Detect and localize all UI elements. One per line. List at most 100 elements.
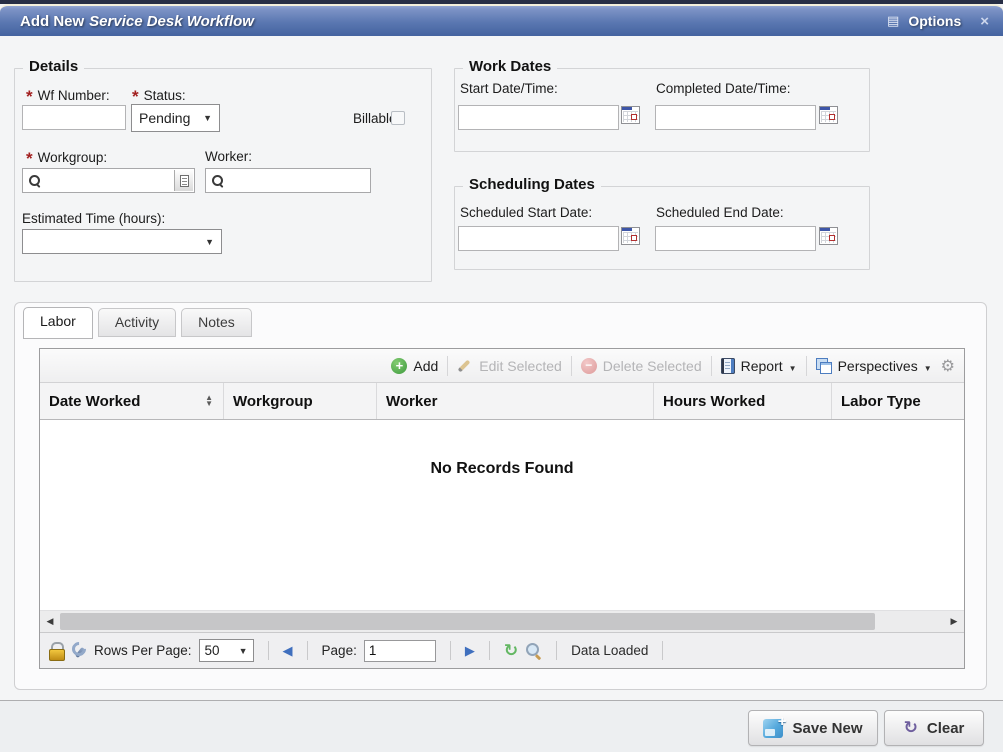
title-entity: Service Desk Workflow (89, 13, 254, 30)
workgroup-search-field[interactable] (22, 168, 195, 193)
report-button[interactable]: Report (721, 358, 797, 374)
scheduled-start-calendar-icon[interactable] (621, 227, 640, 245)
calendar-marker (829, 114, 835, 120)
rows-per-page-select[interactable]: 50 (199, 639, 254, 662)
search-icon (28, 174, 42, 188)
tab-labor[interactable]: Labor (23, 307, 93, 339)
calendar-marker (829, 235, 835, 241)
worker-search-field[interactable] (205, 168, 371, 193)
required-icon: * (26, 149, 33, 168)
search-icon[interactable] (525, 642, 542, 659)
clear-icon (904, 718, 918, 738)
tab-strip: Labor Activity Notes (23, 307, 252, 337)
pager-divider (662, 641, 663, 660)
estimated-time-label: Estimated Time (hours): (22, 211, 165, 226)
clear-button[interactable]: Clear (884, 710, 984, 746)
next-page-button[interactable] (465, 643, 475, 659)
perspectives-button[interactable]: Perspectives (816, 358, 932, 374)
column-header-labor-type[interactable]: Labor Type (832, 383, 964, 419)
page-label: Page: (322, 643, 357, 658)
status-value: Pending (139, 110, 190, 126)
column-header-worker[interactable]: Worker (377, 383, 654, 419)
wrench-icon[interactable] (71, 642, 87, 659)
start-datetime-input[interactable] (458, 105, 619, 130)
close-button[interactable]: × (980, 13, 989, 30)
add-icon (391, 358, 407, 374)
tab-panel: Labor Activity Notes Add Edit Selected (14, 302, 987, 690)
save-new-button[interactable]: Save New (748, 710, 878, 746)
scheduled-end-label: Scheduled End Date: (656, 205, 784, 220)
data-loaded-status: Data Loaded (571, 643, 648, 658)
details-legend: Details (23, 58, 84, 75)
scrollbar-thumb[interactable] (60, 613, 875, 630)
edit-selected-button[interactable]: Edit Selected (457, 358, 562, 374)
start-datetime-label: Start Date/Time: (460, 81, 558, 96)
toolbar-divider (806, 356, 807, 376)
save-icon (763, 719, 783, 738)
completed-datetime-calendar-icon[interactable] (819, 106, 838, 124)
calendar-marker (631, 114, 637, 120)
wf-number-label: *Wf Number: (26, 87, 110, 107)
title-prefix: Add New (20, 13, 84, 30)
start-datetime-calendar-icon[interactable] (621, 106, 640, 124)
estimated-time-select[interactable] (22, 229, 222, 254)
required-icon: * (26, 87, 33, 106)
tab-notes[interactable]: Notes (181, 308, 252, 337)
pager-divider (450, 641, 451, 660)
worker-label: Worker: (205, 149, 252, 164)
scheduled-end-input[interactable] (655, 226, 816, 251)
workgroup-picker-button[interactable] (174, 170, 193, 191)
pencil-icon (457, 358, 473, 373)
horizontal-scrollbar[interactable] (40, 610, 964, 632)
add-button[interactable]: Add (391, 358, 438, 374)
delete-icon (581, 358, 597, 374)
lookup-list-icon (180, 175, 189, 187)
grid-pager: Rows Per Page: 50 Page: Data Loaded (40, 632, 964, 668)
calendar-marker (631, 235, 637, 241)
column-header-hours-worked[interactable]: Hours Worked (654, 383, 832, 419)
column-header-workgroup[interactable]: Workgroup (224, 383, 377, 419)
page-input[interactable] (364, 640, 436, 662)
grid-settings-gear-icon[interactable] (941, 356, 955, 376)
rows-per-page-label: Rows Per Page: (94, 643, 192, 658)
scheduling-dates-legend: Scheduling Dates (463, 176, 601, 193)
toolbar-divider (711, 356, 712, 376)
toolbar-divider (447, 356, 448, 376)
options-icon (887, 13, 899, 29)
scheduled-start-label: Scheduled Start Date: (460, 205, 592, 220)
grid-header-row: Date Worked Workgroup Worker Hours Worke… (40, 383, 964, 420)
wf-number-input[interactable] (22, 105, 126, 130)
scheduled-end-calendar-icon[interactable] (819, 227, 838, 245)
scheduled-start-input[interactable] (458, 226, 619, 251)
sort-icon (205, 395, 213, 407)
completed-datetime-label: Completed Date/Time: (656, 81, 791, 96)
grid-toolbar: Add Edit Selected Delete Selected Report (40, 349, 964, 383)
lock-icon[interactable] (49, 642, 64, 659)
scroll-left-button[interactable] (40, 611, 60, 632)
delete-selected-button[interactable]: Delete Selected (581, 358, 702, 374)
perspectives-icon (816, 358, 832, 374)
work-dates-legend: Work Dates (463, 58, 557, 75)
toolbar-divider (571, 356, 572, 376)
grid-empty-message: No Records Found (430, 460, 573, 478)
titlebar-actions: Options × (887, 13, 1003, 30)
scroll-right-button[interactable] (944, 611, 964, 632)
billable-checkbox[interactable] (391, 111, 405, 125)
chevron-down-icon (789, 358, 797, 374)
options-button[interactable]: Options (908, 13, 961, 29)
dialog-title: Add New Service Desk Workflow (0, 13, 254, 30)
status-select[interactable]: Pending (131, 104, 220, 132)
refresh-icon[interactable] (504, 641, 518, 661)
pager-divider (307, 641, 308, 660)
tab-activity[interactable]: Activity (98, 308, 176, 337)
pager-divider (489, 641, 490, 660)
search-icon (211, 174, 225, 188)
workgroup-label: *Workgroup: (26, 149, 107, 169)
column-header-date-worked[interactable]: Date Worked (40, 383, 224, 419)
previous-page-button[interactable] (283, 643, 293, 659)
completed-datetime-input[interactable] (655, 105, 816, 130)
chevron-down-icon (924, 358, 932, 374)
pager-divider (268, 641, 269, 660)
grid-body: No Records Found (40, 420, 964, 610)
labor-grid: Add Edit Selected Delete Selected Report (39, 348, 965, 669)
